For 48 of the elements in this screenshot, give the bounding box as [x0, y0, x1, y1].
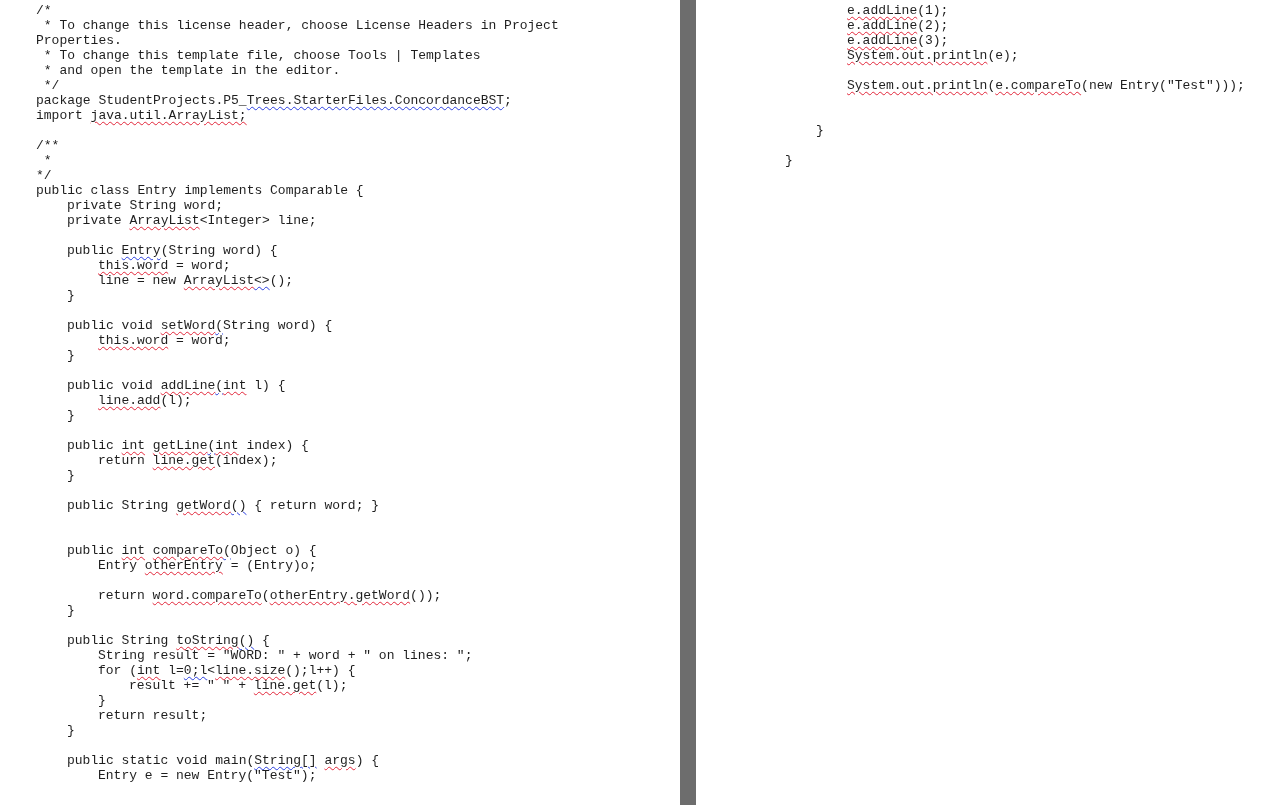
code-line: e.addLine(1);	[847, 3, 949, 18]
code-line: public String toString() {	[67, 633, 270, 648]
code-line: }	[67, 288, 75, 303]
code-line: package StudentProjects.P5_Trees.StarterFiles.ConcordanceBST;	[36, 93, 512, 108]
code-line: }	[67, 603, 75, 618]
code-line: public Entry(String word) {	[67, 243, 278, 258]
code-line: System.out.println(e);	[847, 48, 1019, 63]
code-line: this.word = word;	[98, 258, 231, 273]
code-line: import java.util.ArrayList;	[36, 108, 247, 123]
code-line: Entry otherEntry = (Entry)o;	[98, 558, 317, 573]
code-line: private ArrayList<Integer> line;	[67, 213, 317, 228]
code-line: public void setWord(String word) {	[67, 318, 333, 333]
code-line: *	[42, 153, 52, 168]
code-line: }	[67, 723, 75, 738]
code-line: public int getLine(int index) {	[67, 438, 309, 453]
code-line: /*	[36, 3, 52, 18]
code-line: }	[816, 123, 824, 138]
code-line: }	[67, 408, 75, 423]
code-line: line.add(l);	[98, 393, 192, 408]
code-line: */	[42, 78, 60, 93]
code-line: private String word;	[67, 198, 224, 213]
code-line: return word.compareTo(otherEntry.getWord());	[98, 588, 442, 603]
code-line: public int compareTo(Object o) {	[67, 543, 317, 558]
code-line: line = new ArrayList<>();	[98, 273, 294, 288]
code-line: Entry e = new Entry("Test");	[98, 768, 317, 783]
code-line: public String getWord() { return word; }	[67, 498, 380, 513]
code-line: }	[98, 693, 106, 708]
code-line: }	[67, 348, 75, 363]
code-line: * and open the template in the editor.	[42, 63, 341, 78]
code-line: /**	[36, 138, 60, 153]
code-line: e.addLine(3);	[847, 33, 949, 48]
code-line: public class Entry implements Comparable {	[36, 183, 364, 198]
code-line: public void addLine(int l) {	[67, 378, 286, 393]
code-line: return result;	[98, 708, 208, 723]
code-line: String result = "WORD: " + word + " on lines: ";	[98, 648, 473, 663]
code-line: for (int l=0;l<line.size();l++) {	[98, 663, 356, 678]
code-line: e.addLine(2);	[847, 18, 949, 33]
code-line: }	[67, 468, 75, 483]
code-line: }	[785, 153, 793, 168]
code-line: result += " " + line.get(l);	[129, 678, 348, 693]
code-line: */	[36, 168, 52, 183]
code-line: this.word = word;	[98, 333, 231, 348]
code-line: * To change this license header, choose License Headers in Project	[42, 18, 559, 33]
code-line: System.out.println(e.compareTo(new Entry("Test")));	[847, 78, 1245, 93]
code-line: public static void main(String[] args) {	[67, 753, 380, 768]
code-line: return line.get(index);	[98, 453, 278, 468]
code-line: * To change this template file, choose Tools | Templates	[42, 48, 481, 63]
code-line: Properties.	[36, 33, 122, 48]
